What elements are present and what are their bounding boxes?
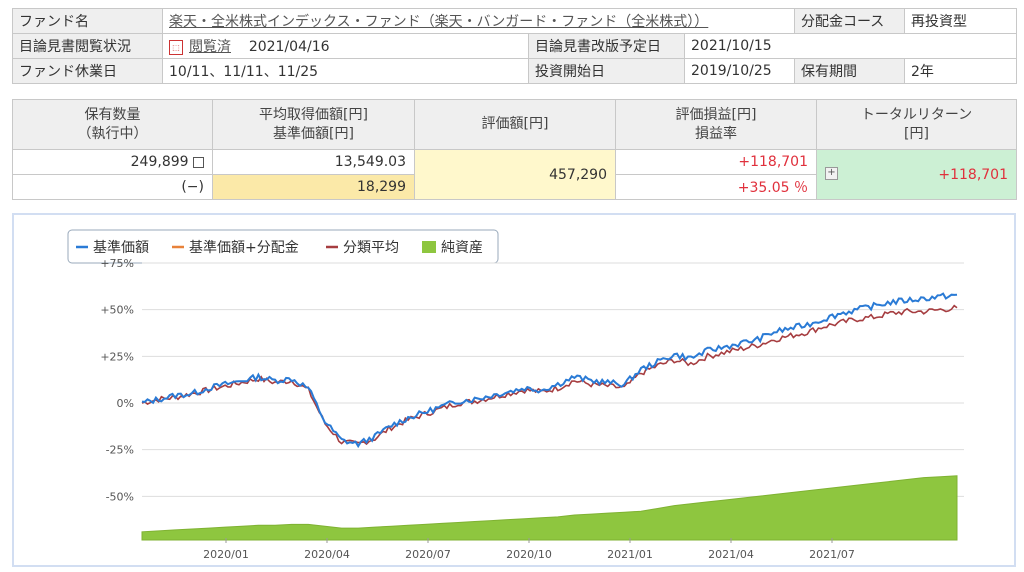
legend-label[interactable]: 基準価額+分配金 bbox=[189, 239, 299, 256]
qty-pending: (−) bbox=[12, 174, 213, 200]
x-tick-label: 2020/01 bbox=[203, 548, 249, 561]
y-tick-label: +75% bbox=[100, 257, 134, 270]
period-label: 保有期間 bbox=[794, 58, 905, 84]
legend-label[interactable]: 基準価額 bbox=[93, 239, 149, 256]
total-return-cell: + +118,701 bbox=[816, 149, 1017, 200]
header-avg: 平均取得価額[円] 基準価額[円] bbox=[212, 99, 415, 150]
x-tick-label: 2021/07 bbox=[809, 548, 855, 561]
header-total: トータルリターン [円] bbox=[816, 99, 1017, 150]
legend-label[interactable]: 純資産 bbox=[441, 240, 483, 256]
fund-info-table: ファンド名 楽天・全米株式インデックス・ファンド（楽天・バンガード・ファンド（全… bbox=[12, 8, 1017, 84]
x-tick-label: 2021/04 bbox=[708, 548, 754, 561]
y-tick-label: +50% bbox=[100, 304, 134, 317]
y-tick-label: 0% bbox=[117, 397, 134, 410]
fund-name-link[interactable]: 楽天・全米株式インデックス・ファンド（楽天・バンガード・ファンド（全米株式）） bbox=[169, 14, 708, 30]
qty-checkbox-icon[interactable] bbox=[193, 156, 204, 168]
x-tick-label: 2020/04 bbox=[304, 548, 350, 561]
header-value: 評価額[円] bbox=[414, 99, 616, 150]
start-date: 2019/10/25 bbox=[684, 58, 795, 84]
prospectus-status-label: 目論見書閲覧状況 bbox=[12, 33, 163, 59]
fund-name-label: ファンド名 bbox=[12, 8, 163, 34]
period-value: 2年 bbox=[904, 58, 1017, 84]
prospectus-date: 2021/04/16 bbox=[248, 39, 330, 55]
header-pl: 評価損益[円] 損益率 bbox=[615, 99, 817, 150]
x-tick-label: 2020/10 bbox=[506, 548, 552, 561]
pdf-icon[interactable]: ⬚ bbox=[169, 39, 183, 55]
revision-date: 2021/10/15 bbox=[684, 33, 1017, 59]
prospectus-status-link[interactable]: 閲覧済 bbox=[189, 39, 231, 55]
holdings-table: 保有数量 （執行中） 平均取得価額[円] 基準価額[円] 評価額[円] 評価損益[円… bbox=[12, 99, 1017, 200]
nav-value: 18,299 bbox=[212, 174, 415, 200]
y-tick-label: -25% bbox=[106, 444, 134, 457]
total-return-value: +118,701 bbox=[938, 166, 1008, 183]
y-tick-label: -50% bbox=[106, 490, 134, 503]
chart-svg: 基準価額 基準価額+分配金 分類平均 純資産 +75% +50% +25% 0% -25% -5… bbox=[67, 229, 964, 561]
pl-rate: +35.05 ％ bbox=[615, 174, 817, 200]
revision-label: 目論見書改版予定日 bbox=[528, 33, 685, 59]
avg-cost-value: 13,549.03 bbox=[212, 149, 415, 175]
net-assets-area bbox=[141, 475, 958, 541]
pl-value: +118,701 bbox=[615, 149, 817, 175]
dist-course-label: 分配金コース bbox=[794, 8, 905, 34]
x-axis-ticks: 2020/01 2020/04 2020/07 2020/10 2021/01 2021/… bbox=[203, 538, 855, 561]
category-avg-line bbox=[141, 304, 958, 446]
expand-plus-icon[interactable]: + bbox=[825, 166, 838, 180]
legend-swatch bbox=[422, 241, 436, 253]
chart-grid: +75% +50% +25% 0% -25% -50% bbox=[100, 257, 964, 503]
performance-chart: 基準価額 基準価額+分配金 分類平均 純資産 +75% +50% +25% 0% -25% -5… bbox=[12, 213, 1016, 567]
x-tick-label: 2021/01 bbox=[607, 548, 653, 561]
start-label: 投資開始日 bbox=[528, 58, 685, 84]
header-qty: 保有数量 （執行中） bbox=[12, 99, 213, 150]
nav-line bbox=[141, 292, 958, 449]
dist-course-value: 再投資型 bbox=[904, 8, 1017, 34]
value-cell: 457,290 bbox=[414, 149, 616, 200]
qty-cell: 249,899 bbox=[12, 149, 213, 175]
net-assets-area-path bbox=[141, 475, 958, 541]
x-tick-label: 2020/07 bbox=[405, 548, 451, 561]
qty-value: 249,899 bbox=[130, 154, 189, 170]
holiday-label: ファンド休業日 bbox=[12, 58, 163, 84]
holiday-value: 10/11、11/11、11/25 bbox=[162, 58, 529, 84]
legend-label[interactable]: 分類平均 bbox=[343, 240, 399, 256]
chart-lines bbox=[141, 292, 958, 449]
y-tick-label: +25% bbox=[100, 350, 134, 363]
